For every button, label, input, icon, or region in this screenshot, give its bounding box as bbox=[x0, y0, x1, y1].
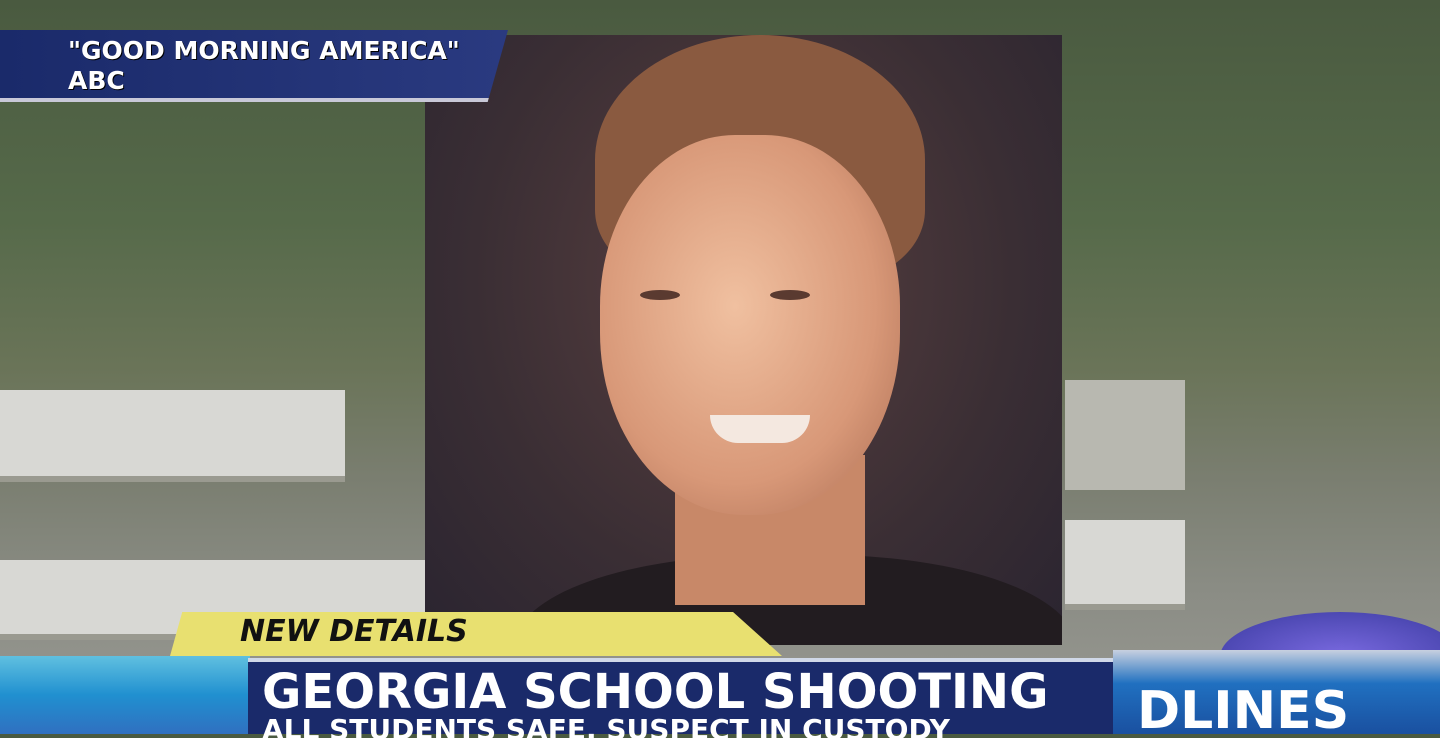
headlines-section-label: DLINES bbox=[1113, 650, 1440, 734]
subheadline: ALL STUDENTS SAFE, SUSPECT IN CUSTODY bbox=[262, 718, 950, 738]
eye bbox=[770, 290, 810, 300]
headline: GEORGIA SCHOOL SHOOTING bbox=[262, 664, 1049, 720]
lower-third-accent bbox=[0, 656, 250, 734]
show-name: "GOOD MORNING AMERICA" bbox=[68, 36, 460, 65]
building bbox=[1065, 380, 1185, 490]
face bbox=[600, 135, 900, 515]
network-credit: "GOOD MORNING AMERICA" ABC bbox=[0, 30, 508, 102]
network-name: ABC bbox=[68, 66, 125, 95]
headline-banner: GEORGIA SCHOOL SHOOTING ALL STUDENTS SAF… bbox=[248, 658, 1113, 738]
building-roof bbox=[0, 390, 345, 482]
smile bbox=[710, 415, 810, 443]
suspect-photo bbox=[425, 35, 1062, 645]
building-roof bbox=[1065, 520, 1185, 610]
eye bbox=[640, 290, 680, 300]
new-details-tag: NEW DETAILS bbox=[170, 612, 782, 656]
